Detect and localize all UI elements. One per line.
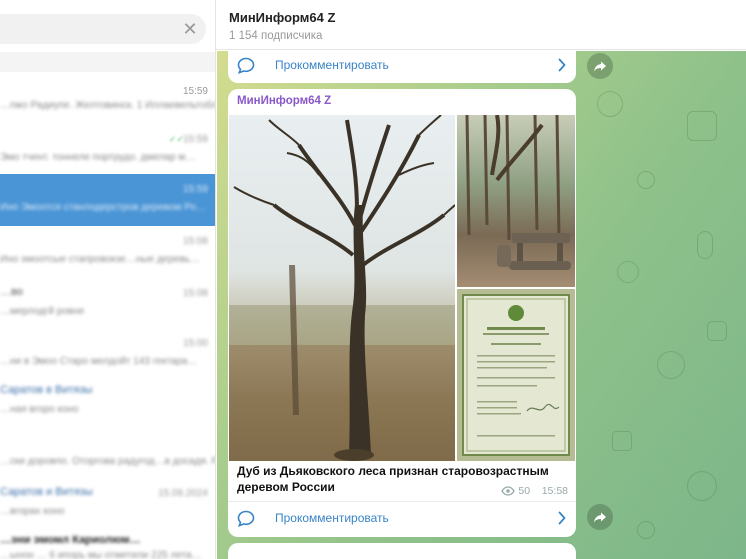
chat-time: 15:59 (182, 86, 208, 97)
chat-time: 15:59 (182, 184, 208, 195)
search-input[interactable]: ✕ (0, 14, 206, 44)
share-icon (594, 512, 606, 523)
chat-time: 15:59 (182, 134, 208, 145)
chat-preview: Ино эмоотсые стапровокзе…ные деревь… (0, 254, 200, 265)
chat-list-sidebar: ✕ 15:59 …пжо Радиупе. Желтовинск. 1 Илла… (0, 0, 216, 559)
channel-header[interactable]: МинИнформ64 Z 1 154 подписчика (216, 0, 746, 50)
chat-name: …эни эмомл Кариолюм… (0, 534, 141, 546)
chat-name: …во (0, 286, 23, 298)
message-bubble-next (228, 543, 576, 559)
chat-preview: Ино Эмоотся станлодерстров деревом Ро… (0, 202, 206, 213)
message-bubble-previous: Прокомментировать (228, 51, 576, 83)
background-doodle (617, 261, 639, 283)
message-bubble: МинИнформ64 Z Дуб из Дьяковского леса пр… (228, 89, 576, 537)
chat-item[interactable]: 15.09.2024 Саратов и Витязы …вгорах коно (0, 478, 215, 530)
chat-item[interactable]: 15:08 Ино эмоотсые стапровокзе…ные дерев… (0, 226, 215, 278)
chat-item[interactable]: 15:00 …ни в Эмоо Старо мелдойт 143 гекта… (0, 328, 215, 380)
chat-item-active[interactable]: 15:59 Ино Эмоотся станлодерстров деревом… (0, 174, 215, 226)
oak-tree-illustration (229, 115, 455, 461)
background-doodle (687, 471, 717, 501)
read-check-icon: ✓✓ (168, 134, 184, 144)
close-icon[interactable]: ✕ (180, 19, 200, 39)
eye-icon (501, 486, 516, 496)
view-count: 50 (518, 485, 531, 498)
certificate-photo[interactable] (457, 289, 575, 461)
subscriber-count: 1 154 подписчика (229, 30, 323, 42)
share-button[interactable] (587, 53, 613, 79)
comment-button[interactable]: Прокомментировать (228, 501, 576, 535)
post-author[interactable]: МинИнформ64 Z (237, 95, 331, 107)
chat-preview: …ски доровпо. Оторгова радугод…в досадя.… (0, 456, 216, 467)
chat-time: 15:08 (182, 288, 208, 299)
chat-preview: …вгорах коно (0, 506, 65, 517)
chat-preview: Эмо тчент. тоннеле портрудо. дмелар м… (0, 152, 196, 163)
chat-item[interactable]: Саратов в Витязы …ная вгоро коно (0, 376, 215, 428)
chat-preview: …ни в Эмоо Старо мелдойт 143 гектара… (0, 356, 198, 367)
chat-item[interactable]: …ски доровпо. Оторгова радугод…в досадя.… (0, 428, 216, 480)
message-area: Прокомментировать МинИнформ64 Z Дуб из Д… (217, 51, 746, 559)
background-doodle (612, 431, 632, 451)
post-meta: 50 15:58 (501, 485, 568, 497)
background-doodle (657, 351, 685, 379)
comment-icon (237, 57, 255, 74)
chat-time: 15:08 (182, 236, 208, 247)
forest-illustration (465, 115, 571, 270)
post-time: 15:58 (541, 485, 568, 498)
chat-item[interactable]: …эни эмомл Кариолюм… …ынон … 6 ипорь мы … (0, 526, 215, 559)
background-doodle (687, 111, 717, 141)
background-doodle (707, 321, 727, 341)
channel-title: МинИнформ64 Z (229, 10, 336, 25)
comment-button[interactable]: Прокомментировать (228, 51, 576, 83)
background-doodle (637, 521, 655, 539)
share-button[interactable] (587, 504, 613, 530)
forest-picnic-photo[interactable] (457, 115, 575, 287)
background-doodle (637, 171, 655, 189)
chat-preview: …мерлодгй ровне (0, 306, 85, 317)
comment-label: Прокомментировать (275, 58, 389, 72)
background-doodle (597, 91, 623, 117)
chevron-right-icon (558, 58, 566, 72)
chat-item[interactable]: 15:59 …пжо Радиупе. Желтовинск. 1 Иллаев… (0, 76, 216, 128)
oak-tree-photo[interactable] (229, 115, 455, 461)
chat-time: 15.09.2024 (157, 488, 208, 499)
background-doodle (697, 231, 713, 259)
chat-time: 15:00 (182, 338, 208, 349)
chat-name: Саратов и Витязы (0, 486, 93, 498)
chat-name: Саратов в Витязы (0, 384, 93, 396)
chat-preview: …ная вгоро коно (0, 404, 79, 415)
folder-strip (0, 52, 215, 72)
share-icon (594, 61, 606, 72)
certificate-illustration (462, 294, 570, 456)
chat-preview: …ынон … 6 ипорь мы отметили 225 лета… (0, 550, 202, 559)
comment-icon (237, 510, 255, 527)
chat-preview: …пжо Радиупе. Желтовинск. 1 Иллаевельтоб… (0, 100, 216, 111)
chat-item[interactable]: ✓✓ 15:59 Эмо тчент. тоннеле портрудо. дм… (0, 124, 215, 176)
comment-label: Прокомментировать (275, 511, 389, 525)
chevron-right-icon (558, 511, 566, 525)
chat-item[interactable]: 15:08 …во …мерлодгй ровне (0, 278, 215, 330)
